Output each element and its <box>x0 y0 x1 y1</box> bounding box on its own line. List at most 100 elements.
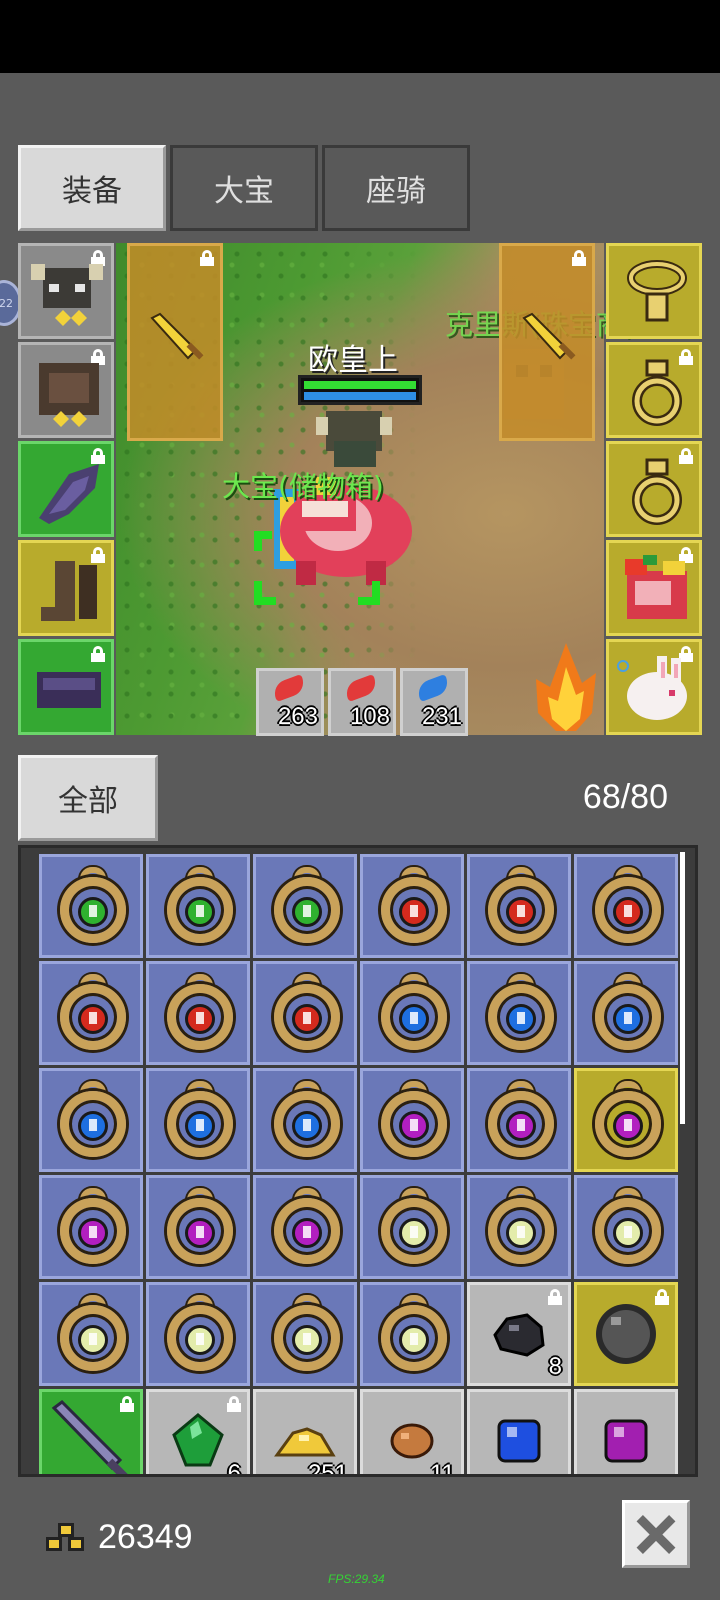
lock-icon <box>120 1396 134 1412</box>
inventory-slot[interactable] <box>146 1175 250 1279</box>
item-count: 6 <box>227 1460 241 1477</box>
gem-rune-icon <box>270 1188 344 1268</box>
inventory-slot[interactable] <box>574 1389 678 1474</box>
gem-rune-icon <box>484 974 558 1054</box>
stat-slot-attack[interactable]: 263 <box>256 668 324 736</box>
inventory-slot[interactable] <box>360 1282 464 1386</box>
inventory-slot[interactable] <box>467 961 571 1065</box>
gem-rune-icon <box>270 974 344 1054</box>
inventory-slot[interactable] <box>253 1282 357 1386</box>
gem-rune-icon <box>56 1188 130 1268</box>
inventory-slot[interactable] <box>574 1068 678 1172</box>
gem-rune-icon <box>56 1081 130 1161</box>
gold-coin-icon <box>46 1523 86 1559</box>
inventory-slot[interactable] <box>253 854 357 958</box>
inventory-slot[interactable] <box>253 961 357 1065</box>
player-health-bar <box>298 375 422 405</box>
equip-slot-mount[interactable] <box>606 639 702 735</box>
inventory-slot[interactable]: 6 <box>146 1389 250 1477</box>
inventory-slot[interactable] <box>360 961 464 1065</box>
inventory-slot[interactable]: 251 <box>253 1389 357 1474</box>
inventory-slot[interactable] <box>146 961 250 1065</box>
equip-slot-helmet[interactable] <box>18 243 114 339</box>
inventory-slot[interactable] <box>146 1068 250 1172</box>
inventory-slot[interactable] <box>467 1389 571 1474</box>
tab-mount[interactable]: 座骑 <box>322 145 470 231</box>
lock-icon <box>548 1289 562 1305</box>
inventory-slot[interactable] <box>39 1282 143 1386</box>
inventory-slot[interactable] <box>39 854 143 958</box>
player-pet-sprite <box>254 411 412 605</box>
equip-slot-necklace[interactable] <box>606 243 702 339</box>
gem-rune-icon <box>270 867 344 947</box>
inventory-slot[interactable] <box>360 1068 464 1172</box>
gem-rune-icon <box>56 867 130 947</box>
equip-slot-pants[interactable] <box>18 639 114 735</box>
ring-icon <box>632 359 682 426</box>
inventory-slot[interactable] <box>574 1175 678 1279</box>
inventory-slot[interactable] <box>467 1175 571 1279</box>
gem-rune-icon <box>56 974 130 1054</box>
golden-sword-icon <box>150 312 204 360</box>
lock-icon <box>655 1289 669 1305</box>
close-button[interactable] <box>622 1500 690 1568</box>
inventory-slot[interactable] <box>253 1068 357 1172</box>
red-feather-icon <box>342 674 380 702</box>
inventory-slot[interactable] <box>360 854 464 958</box>
inventory-slot[interactable] <box>574 854 678 958</box>
inventory-slot[interactable]: 11 <box>360 1389 464 1477</box>
equip-slot-armor[interactable] <box>18 342 114 438</box>
gem-rune-icon <box>163 974 237 1054</box>
gem-rune-icon <box>377 867 451 947</box>
inventory-grid: 8 6 251 11 <box>39 854 678 1477</box>
equip-slot-gloves[interactable] <box>18 441 114 537</box>
gem-rune-icon <box>377 974 451 1054</box>
equip-slot-boots[interactable] <box>18 540 114 636</box>
fps-counter: FPS:29.34 <box>328 1572 385 1586</box>
item-count: 11 <box>430 1460 455 1477</box>
equip-slot-pet[interactable] <box>606 540 702 636</box>
gold-amount: 26349 <box>98 1518 193 1556</box>
necklace-icon <box>627 260 687 322</box>
inventory-slot[interactable] <box>574 1282 678 1386</box>
inventory-slot[interactable] <box>467 1068 571 1172</box>
inventory-slot[interactable] <box>146 1282 250 1386</box>
item-count: 8 <box>548 1353 562 1380</box>
tab-dabao[interactable]: 大宝 <box>170 145 318 231</box>
inventory-slot[interactable] <box>253 1175 357 1279</box>
inventory-slot[interactable] <box>39 961 143 1065</box>
inventory-slot[interactable] <box>39 1389 143 1474</box>
pants-icon <box>37 672 101 708</box>
gem-rune-icon <box>163 1081 237 1161</box>
weapon-slot-main[interactable] <box>127 243 223 441</box>
dragon-pet-icon <box>625 555 687 619</box>
inventory-slot[interactable] <box>574 961 678 1065</box>
gem-rune-icon <box>591 974 665 1054</box>
tab-equipment[interactable]: 装备 <box>18 145 166 231</box>
inventory-slot[interactable] <box>360 1175 464 1279</box>
campfire-icon <box>536 643 596 731</box>
weapon-slot-off[interactable] <box>499 243 595 441</box>
inventory-scrollbar[interactable] <box>680 852 685 1124</box>
gem-rune-icon <box>484 867 558 947</box>
equip-slot-ring-2[interactable] <box>606 441 702 537</box>
helmet-icon <box>31 264 103 326</box>
gem-rune-icon <box>56 1295 130 1375</box>
inventory-panel[interactable]: 8 6 251 11 <box>18 845 698 1477</box>
golden-sword-icon <box>522 312 576 360</box>
inventory-slot[interactable] <box>39 1175 143 1279</box>
hp-fill <box>304 381 416 389</box>
stat-slot-defense[interactable]: 108 <box>328 668 396 736</box>
gem-rune-icon <box>377 1188 451 1268</box>
player-name: 欧皇上 <box>308 343 398 378</box>
inventory-slot[interactable] <box>467 854 571 958</box>
inventory-slot[interactable] <box>39 1068 143 1172</box>
blue-feather-icon <box>414 674 452 702</box>
equip-slot-ring-1[interactable] <box>606 342 702 438</box>
inventory-slot[interactable] <box>146 854 250 958</box>
filter-all-button[interactable]: 全部 <box>18 755 158 841</box>
lock-icon <box>227 1396 241 1412</box>
stat-slot-magic[interactable]: 231 <box>400 668 468 736</box>
gloves-icon <box>39 464 99 524</box>
inventory-slot[interactable]: 8 <box>467 1282 571 1386</box>
